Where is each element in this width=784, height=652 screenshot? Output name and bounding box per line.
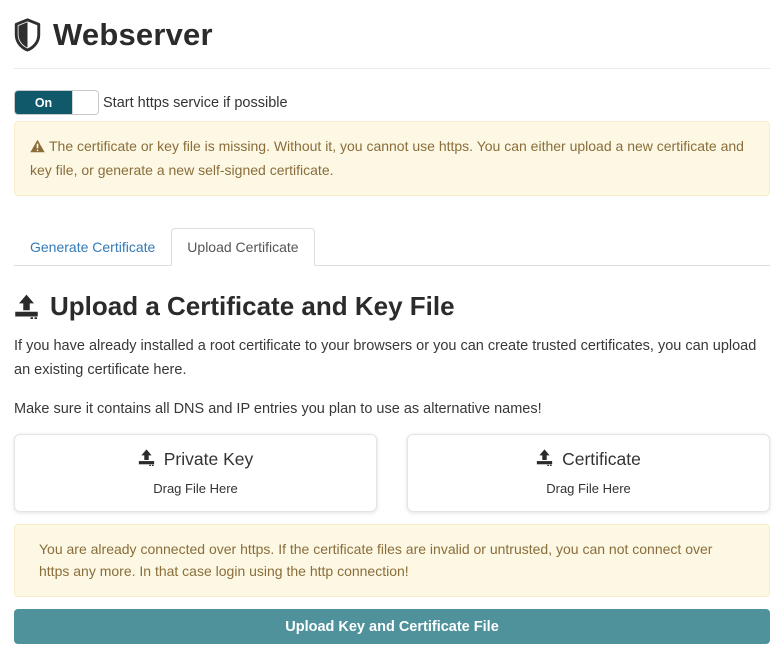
page-title: Webserver bbox=[53, 17, 213, 53]
certificate-tabs: Generate Certificate Upload Certificate bbox=[14, 228, 770, 266]
https-connected-alert: You are already connected over https. If… bbox=[14, 524, 770, 597]
tab-generate-certificate-label[interactable]: Generate Certificate bbox=[14, 228, 171, 266]
webserver-page: Webserver On Start https service if poss… bbox=[0, 0, 784, 644]
certificate-label: Certificate bbox=[562, 449, 641, 470]
dropzones-row: Private Key Drag File Here Certificate bbox=[14, 434, 770, 512]
private-key-label: Private Key bbox=[164, 449, 253, 470]
tab-generate-certificate[interactable]: Generate Certificate bbox=[14, 228, 171, 265]
shield-icon bbox=[14, 17, 41, 53]
upload-icon bbox=[14, 294, 39, 319]
tab-upload-certificate[interactable]: Upload Certificate bbox=[171, 228, 314, 265]
private-key-dropzone[interactable]: Private Key Drag File Here bbox=[14, 434, 377, 512]
upload-certificate-panel: Upload a Certificate and Key File If you… bbox=[14, 291, 770, 644]
toggle-on-label[interactable]: On bbox=[15, 91, 72, 114]
private-key-dropzone-title: Private Key bbox=[25, 449, 366, 471]
https-toggle[interactable]: On bbox=[14, 90, 99, 115]
certificate-drag-hint: Drag File Here bbox=[418, 481, 759, 496]
upload-description: If you have already installed a root cer… bbox=[14, 335, 770, 381]
missing-cert-alert: The certificate or key file is missing. … bbox=[14, 121, 770, 196]
upload-section-heading-text: Upload a Certificate and Key File bbox=[50, 291, 455, 322]
private-key-drag-hint: Drag File Here bbox=[25, 481, 366, 496]
page-header: Webserver bbox=[14, 12, 770, 58]
certificate-dropzone-title: Certificate bbox=[418, 449, 759, 471]
upload-note: Make sure it contains all DNS and IP ent… bbox=[14, 398, 770, 421]
https-toggle-label: Start https service if possible bbox=[103, 95, 288, 111]
upload-section-heading: Upload a Certificate and Key File bbox=[14, 291, 770, 322]
https-toggle-row: On Start https service if possible bbox=[14, 90, 770, 115]
certificate-dropzone[interactable]: Certificate Drag File Here bbox=[407, 434, 770, 512]
toggle-knob[interactable] bbox=[72, 91, 98, 114]
upload-icon bbox=[138, 449, 155, 471]
https-connected-alert-text: You are already connected over https. If… bbox=[39, 541, 712, 579]
header-divider bbox=[14, 68, 770, 69]
missing-cert-alert-text: The certificate or key file is missing. … bbox=[30, 138, 744, 178]
tab-upload-certificate-label[interactable]: Upload Certificate bbox=[171, 228, 314, 266]
upload-submit-button[interactable]: Upload Key and Certificate File bbox=[14, 609, 770, 644]
warning-triangle-icon bbox=[30, 138, 45, 160]
upload-icon bbox=[536, 449, 553, 471]
